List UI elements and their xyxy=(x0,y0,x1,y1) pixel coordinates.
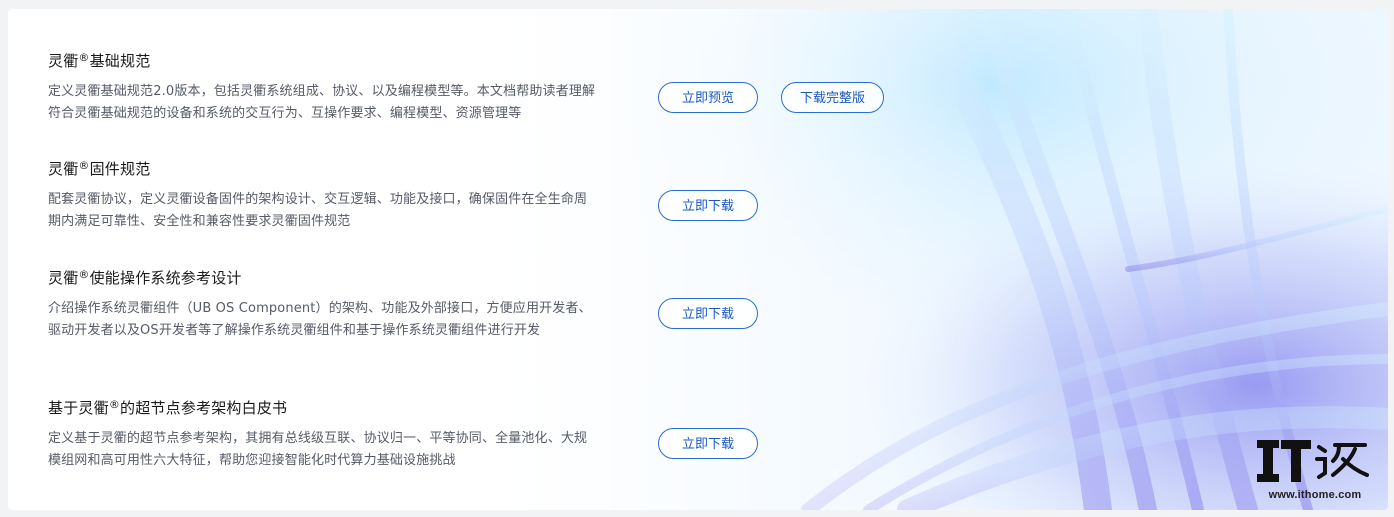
doc-title-prefix: 灵衢 xyxy=(48,52,79,70)
doc-title-suffix: 基础规范 xyxy=(89,52,151,70)
doc-title-prefix: 基于灵衢 xyxy=(48,399,109,417)
doc-description: 定义灵衢基础规范2.0版本，包括灵衢系统组成、协议、以及编程模型等。本文档帮助读… xyxy=(48,84,596,121)
doc-description: 配套灵衢协议，定义灵衢设备固件的架构设计、交互逻辑、功能及接口，确保固件在全生命… xyxy=(48,192,588,229)
doc-description: 定义基于灵衢的超节点参考架构，其拥有总线级互联、协议归一、平等协同、全量池化、大… xyxy=(48,431,588,468)
registered-mark: ® xyxy=(78,268,90,281)
doc-description: 介绍操作系统灵衢组件（UB OS Component）的架构、功能及外部接口，方… xyxy=(48,301,592,338)
watermark-url: www.ithome.com xyxy=(1268,489,1362,501)
download-button[interactable]: 立即下载 xyxy=(658,190,758,221)
doc-title: 灵衢®使能操作系统参考设计 xyxy=(48,268,242,288)
ithome-watermark-logo: www.ithome.com xyxy=(1257,437,1373,503)
doc-title: 基于灵衢®的超节点参考架构白皮书 xyxy=(48,398,287,418)
doc-title-suffix: 的超节点参考架构白皮书 xyxy=(120,399,288,417)
registered-mark: ® xyxy=(108,398,121,411)
doc-title-suffix: 固件规范 xyxy=(89,160,151,178)
download-button[interactable]: 立即下载 xyxy=(658,298,758,329)
registered-mark: ® xyxy=(78,51,90,64)
docs-panel: 灵衢®基础规范 定义灵衢基础规范2.0版本，包括灵衢系统组成、协议、以及编程模型… xyxy=(8,9,1388,510)
doc-title-prefix: 灵衢 xyxy=(48,269,79,287)
download-full-button[interactable]: 下载完整版 xyxy=(781,82,884,113)
download-button[interactable]: 立即下载 xyxy=(658,428,758,459)
registered-mark: ® xyxy=(78,159,90,172)
doc-title: 灵衢®固件规范 xyxy=(48,159,150,179)
preview-button[interactable]: 立即预览 xyxy=(658,82,758,113)
doc-title: 灵衢®基础规范 xyxy=(48,51,150,71)
doc-title-prefix: 灵衢 xyxy=(48,160,79,178)
ithome-logo-icon xyxy=(1257,440,1369,482)
abstract-background-art xyxy=(508,9,1388,510)
doc-title-suffix: 使能操作系统参考设计 xyxy=(89,269,242,287)
